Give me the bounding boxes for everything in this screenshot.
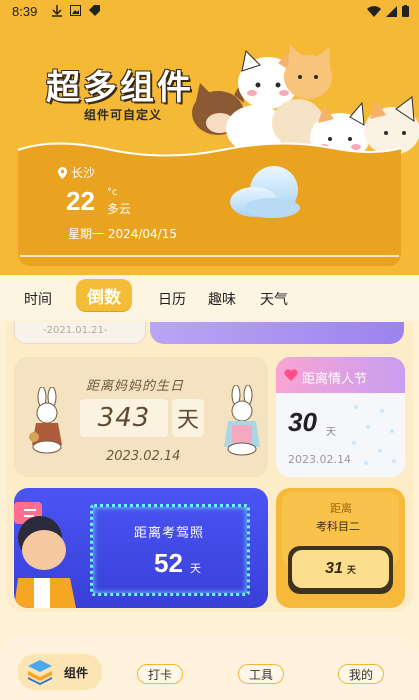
exam-days-unit: 天 (346, 565, 356, 576)
tab-time[interactable]: 时间 (24, 289, 52, 309)
nav-checkin[interactable]: 打卡 (137, 664, 184, 684)
snow-dots-decoration (352, 405, 396, 465)
bottom-nav: 组件 打卡 工具 我的 (0, 634, 419, 700)
mom-birthday-widget[interactable]: 距离妈妈的生日 343 天 2023.02.14 (14, 357, 268, 477)
tab-countdown[interactable]: 倒数 (76, 279, 132, 311)
driving-title: 距离考驾照 (134, 526, 205, 541)
nav-widgets[interactable]: 组件 (18, 654, 102, 690)
valentine-date: 2023.02.14 (288, 453, 351, 466)
download-icon (52, 5, 62, 17)
driving-days-unit: 天 (190, 562, 201, 575)
exam-count-box: 31 天 (292, 550, 389, 588)
hero-subtitle: 组件可自定义 (84, 108, 163, 122)
nav-widgets-label: 组件 (64, 665, 89, 680)
status-time: 8:39 (12, 4, 38, 19)
valentine-days-unit: 天 (326, 427, 336, 438)
tab-calendar[interactable]: 日历 (158, 289, 186, 309)
cloud-icon (230, 166, 300, 218)
hero-title: 超多组件 (46, 68, 194, 108)
partial-widget-left[interactable]: -2021.01.21- (14, 322, 146, 344)
partial-widget-date: -2021.01.21- (43, 325, 108, 336)
weather-location: 长沙 (58, 164, 95, 181)
weather-temperature: 22 (66, 186, 95, 216)
valentine-days-count: 30 (288, 407, 317, 437)
student-avatar-icon (14, 502, 76, 608)
signal-icon (386, 5, 397, 17)
mom-target-date: 2023.02.14 (106, 449, 181, 464)
wifi-icon (367, 5, 381, 17)
location-label: 长沙 (71, 166, 96, 180)
bunny-left-icon (29, 387, 62, 454)
exam-subject: 考科目二 (316, 520, 360, 533)
weather-condition: 多云 (107, 202, 132, 216)
weather-unit: °c (107, 187, 118, 198)
image-icon (70, 5, 81, 16)
exam-subject2-widget[interactable]: 距离 考科目二 31 天 (276, 488, 405, 608)
driving-test-widget[interactable]: 距离考驾照 52 天 (14, 488, 268, 608)
driving-days-count: 52 (154, 548, 183, 578)
heart-icon (284, 369, 298, 381)
partial-widget-right[interactable] (150, 322, 404, 344)
tab-fun[interactable]: 趣味 (208, 289, 236, 309)
status-bar: 8:39 (0, 0, 419, 24)
location-pin-icon (58, 166, 67, 179)
exam-days-count: 31 (325, 560, 343, 577)
exam-label: 距离 (330, 502, 352, 515)
battery-icon (402, 5, 409, 17)
layers-icon (28, 660, 52, 685)
valentine-title: 距离情人节 (302, 372, 368, 387)
weather-date: 星期一 2024/04/15 (68, 227, 177, 241)
nav-tools[interactable]: 工具 (238, 664, 285, 684)
category-tabs: 时间 倒数 日历 趣味 天气 (0, 275, 419, 320)
valentine-widget[interactable]: 距离情人节 30 天 2023.02.14 (276, 357, 405, 477)
tab-weather[interactable]: 天气 (260, 289, 288, 309)
tag-icon (89, 5, 100, 16)
nav-mine[interactable]: 我的 (338, 664, 385, 684)
mom-widget-title: 距离妈妈的生日 (86, 379, 185, 394)
mom-days-count: 343 (80, 399, 168, 437)
mom-days-unit: 天 (172, 399, 204, 437)
bunny-right-icon (224, 385, 260, 456)
widget-grid: -2021.01.21- 距离妈妈的生日 343 天 2023.02.14 距离… (6, 322, 413, 612)
